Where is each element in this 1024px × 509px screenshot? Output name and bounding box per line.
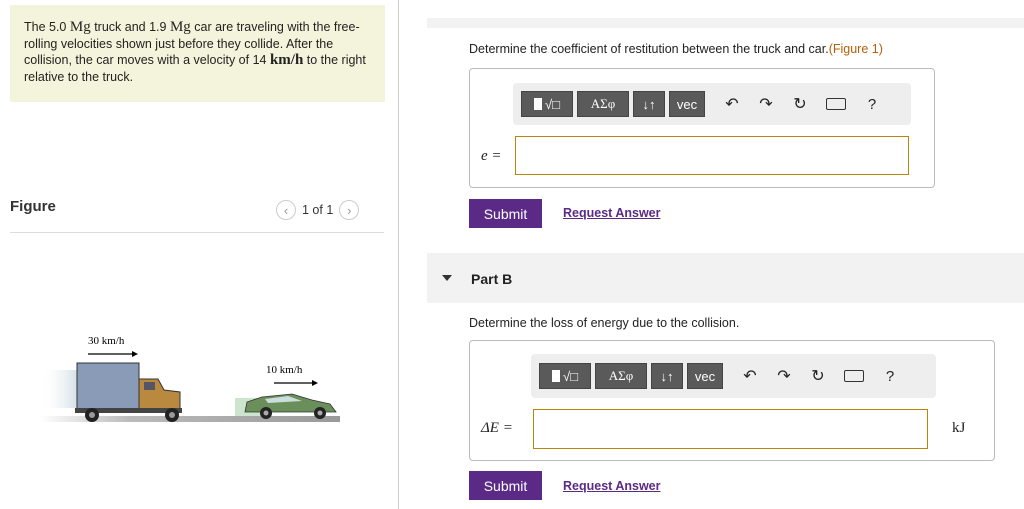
road <box>40 416 340 422</box>
part-b-header[interactable] <box>427 253 1024 303</box>
truck-speed-label: 30 km/h <box>88 335 125 347</box>
greek-button[interactable]: ΑΣφ <box>595 363 647 389</box>
car-speed-label: 10 km/h <box>266 364 303 376</box>
part-a-math-toolbar: √□ ΑΣφ ↓↑ vec ↶ ↷ ↻ ? <box>513 83 911 125</box>
chevron-left-icon[interactable]: ‹ <box>276 200 296 220</box>
figure-illustration: 30 km/h 10 km/h <box>40 335 340 422</box>
arrows-button[interactable]: ↓↑ <box>651 363 683 389</box>
motion-blur <box>40 370 80 408</box>
divider <box>10 232 384 233</box>
help-icon[interactable]: ? <box>879 365 901 387</box>
redo-icon[interactable]: ↷ <box>773 365 795 387</box>
help-icon[interactable]: ? <box>861 93 883 115</box>
chevron-right-icon[interactable]: › <box>339 200 360 220</box>
figure-pager: ‹ 1 of 1 › <box>276 200 360 220</box>
unit-mg: Mg <box>69 19 91 35</box>
part-a-question: Determine the coefficient of restitution… <box>469 42 883 56</box>
figure-heading: Figure <box>10 198 56 215</box>
e-label: e = <box>481 148 502 164</box>
truck-cargo-box <box>76 362 140 410</box>
part-a-request-answer-link[interactable]: Request Answer <box>563 206 660 220</box>
car-arrow-head <box>312 380 318 386</box>
vec-button[interactable]: vec <box>669 91 705 117</box>
problem-text: The 5.0 <box>24 20 70 34</box>
redo-icon[interactable]: ↷ <box>755 93 777 115</box>
part-a-answer-input[interactable] <box>515 136 909 175</box>
unit-kmh: km/h <box>269 52 304 68</box>
problem-text: truck and 1.9 <box>90 20 170 34</box>
unit-label: kJ <box>952 420 966 436</box>
part-a-submit-button[interactable]: Submit <box>469 199 542 228</box>
figure-link[interactable]: (Figure 1) <box>829 42 883 56</box>
reset-icon[interactable]: ↻ <box>789 93 811 115</box>
reset-icon[interactable]: ↻ <box>807 365 829 387</box>
part-b-submit-button[interactable]: Submit <box>469 471 542 500</box>
greek-button[interactable]: ΑΣφ <box>577 91 629 117</box>
figure-counter: 1 of 1 <box>302 203 334 217</box>
vec-button[interactable]: vec <box>687 363 723 389</box>
panel-divider <box>398 0 399 509</box>
part-b-math-toolbar: √□ ΑΣφ ↓↑ vec ↶ ↷ ↻ ? <box>531 354 936 398</box>
part-b-question: Determine the loss of energy due to the … <box>469 316 740 330</box>
undo-icon[interactable]: ↶ <box>739 365 761 387</box>
delta-e-label: ΔE = <box>481 420 513 436</box>
part-b-request-answer-link[interactable]: Request Answer <box>563 479 660 493</box>
truck-window <box>144 382 155 390</box>
undo-icon[interactable]: ↶ <box>721 93 743 115</box>
problem-statement: The 5.0 Mg truck and 1.9 Mg car are trav… <box>10 5 385 102</box>
unit-mg: Mg <box>169 19 191 35</box>
arrows-button[interactable]: ↓↑ <box>633 91 665 117</box>
keyboard-icon[interactable] <box>825 93 847 115</box>
part-b-answer-input[interactable] <box>533 409 928 449</box>
part-b-label[interactable]: Part B <box>471 271 512 287</box>
templates-button[interactable]: √□ <box>521 91 573 117</box>
keyboard-icon[interactable] <box>843 365 865 387</box>
truck-arrow-head <box>132 351 138 357</box>
header-band <box>427 18 1024 28</box>
caret-down-icon[interactable] <box>442 275 452 281</box>
templates-button[interactable]: √□ <box>539 363 591 389</box>
